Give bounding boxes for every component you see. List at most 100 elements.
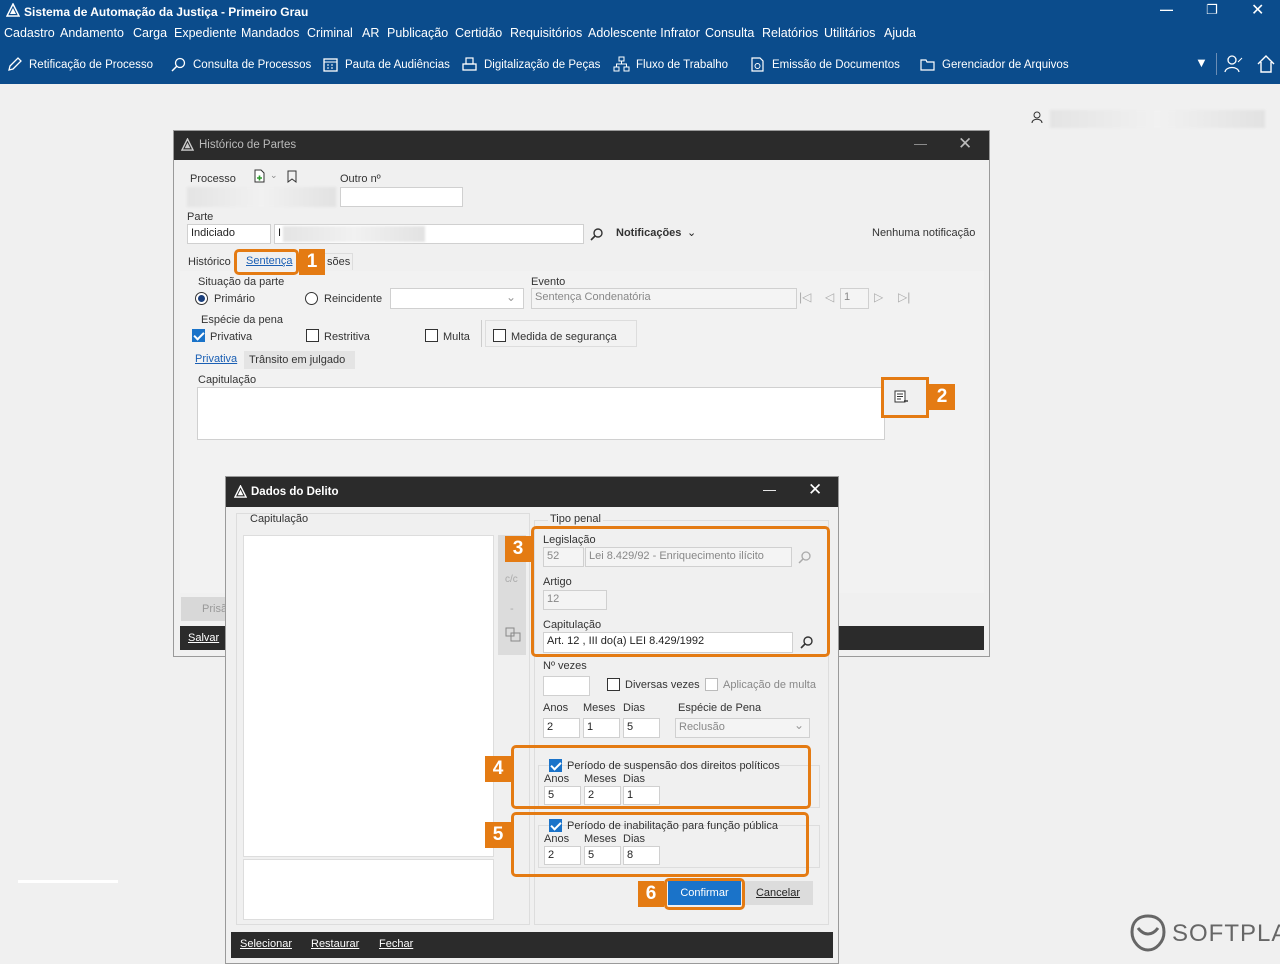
chevron-down-icon[interactable]: ⌄ [506, 290, 516, 304]
selecionar-button[interactable]: Selecionar [240, 938, 292, 950]
reincidente-radio[interactable] [305, 292, 318, 305]
home-icon[interactable] [1256, 54, 1276, 74]
fechar-button[interactable]: Fechar [379, 938, 413, 950]
last-icon[interactable]: ▷| [898, 290, 910, 304]
menu-adolescente[interactable]: Adolescente Infrator [588, 26, 700, 40]
first-icon[interactable]: |◁ [799, 290, 811, 304]
close-icon[interactable]: ✕ [1251, 0, 1264, 20]
new-doc-icon[interactable] [253, 169, 266, 183]
retificacao-button[interactable]: Retificação de Processo [6, 56, 153, 73]
reincidente-label: Reincidente [324, 293, 383, 305]
emissao-documentos-button[interactable]: Emissão de Documentos [749, 56, 900, 73]
copy-icon[interactable] [505, 627, 521, 642]
minimize-icon[interactable]: — [763, 482, 776, 497]
notificacoes-dropdown[interactable]: Notificações [616, 227, 681, 239]
reincidente-select[interactable] [390, 288, 524, 309]
minimize-icon[interactable]: — [1160, 2, 1173, 17]
close-icon[interactable]: ✕ [958, 134, 972, 154]
primario-label: Primário [214, 293, 255, 305]
chevron-down-icon[interactable]: ▼ [1195, 55, 1208, 70]
menu-ar[interactable]: AR [362, 26, 379, 40]
toolbar: Retificação de Processo Consulta de Proc… [0, 44, 1280, 84]
medida-checkbox[interactable] [493, 329, 506, 342]
evento-input[interactable]: Sentença Condenatória [531, 288, 797, 309]
processo-input[interactable] [187, 187, 336, 207]
parte-tipo-input[interactable]: Indiciado [187, 224, 271, 244]
pena-dias-input[interactable]: 5 [623, 718, 660, 738]
prisao-button[interactable]: Prisã [181, 597, 229, 621]
especie-label: Espécie da pena [201, 314, 283, 326]
chevron-down-icon[interactable]: ⌄ [687, 226, 696, 239]
list-add-icon[interactable] [893, 389, 909, 405]
menu-certidao[interactable]: Certidão [455, 26, 502, 40]
anos-label: Anos [543, 702, 569, 714]
outro-input[interactable] [340, 187, 463, 207]
cc-button[interactable]: c/c [505, 574, 518, 585]
bookmark-icon[interactable] [286, 170, 298, 183]
menu-expediente[interactable]: Expediente [174, 26, 237, 40]
restore-icon[interactable]: ❐ [1206, 2, 1218, 18]
pena-meses-input[interactable]: 1 [583, 718, 620, 738]
highlight-3 [531, 526, 830, 657]
capitulacao-textarea[interactable] [197, 387, 885, 440]
menu-mandados[interactable]: Mandados [241, 26, 299, 40]
especie-pena-select[interactable]: Reclusão [675, 718, 810, 738]
multa-checkbox[interactable] [425, 329, 438, 342]
menu-publicacao[interactable]: Publicação [387, 26, 448, 40]
pena-anos-input[interactable]: 2 [543, 718, 580, 738]
cancelar-button[interactable]: Cancelar [743, 881, 813, 905]
pauta-audiencias-button[interactable]: Pauta de Audiências [322, 56, 450, 73]
document-gear-icon [751, 57, 764, 72]
chevron-down-icon[interactable]: ⌄ [794, 718, 804, 732]
consulta-processos-button[interactable]: Consulta de Processos [170, 56, 311, 73]
menu-criminal[interactable]: Criminal [307, 26, 353, 40]
app-logo-icon [6, 3, 20, 17]
close-icon[interactable]: ✕ [808, 480, 822, 500]
aplicacao-multa-label: Aplicação de multa [723, 679, 816, 691]
minimize-icon[interactable]: — [914, 136, 927, 151]
menu-relatorios[interactable]: Relatórios [762, 26, 818, 40]
fluxo-trabalho-button[interactable]: Fluxo de Trabalho [613, 56, 728, 73]
subtab-privativa[interactable]: Privativa [195, 353, 237, 365]
app-logo-icon [181, 138, 194, 151]
dados-title: Dados do Delito [251, 486, 339, 498]
menu-utilitarios[interactable]: Utilitários [824, 26, 875, 40]
tab-historico[interactable]: Histórico [188, 256, 231, 268]
user-name-blurred [1050, 110, 1265, 128]
historico-title: Histórico de Partes [199, 139, 297, 151]
restritiva-checkbox[interactable] [306, 329, 319, 342]
gerenciador-arquivos-button[interactable]: Gerenciador de Arquivos [919, 56, 1069, 73]
capitulacao-list[interactable] [243, 535, 494, 857]
salvar-button[interactable]: Salvar [188, 632, 219, 644]
restaurar-button[interactable]: Restaurar [311, 938, 359, 950]
diversas-vezes-checkbox[interactable] [607, 678, 620, 691]
highlight-1 [234, 249, 299, 275]
privativa-checkbox[interactable] [192, 329, 205, 342]
restritiva-label: Restritiva [324, 331, 370, 343]
parte-label: Parte [187, 211, 214, 223]
digitalizacao-button[interactable]: Digitalização de Peças [461, 56, 600, 73]
search-doc-icon [171, 57, 186, 72]
separator [481, 320, 482, 347]
previous-icon[interactable]: ◁ [825, 290, 834, 304]
remove-button[interactable]: - [510, 603, 514, 615]
menu-cadastro[interactable]: Cadastro [4, 26, 55, 40]
menu-carga[interactable]: Carga [133, 26, 167, 40]
toolbar-separator [1216, 53, 1217, 75]
menu-ajuda[interactable]: Ajuda [884, 26, 916, 40]
next-icon[interactable]: ▷ [874, 290, 883, 304]
aplicacao-multa-checkbox[interactable] [705, 678, 718, 691]
meses-label: Meses [583, 702, 616, 714]
capitulacao-text[interactable] [243, 859, 494, 920]
chevron-down-icon[interactable]: ⌄ [270, 170, 278, 181]
users-icon[interactable] [1224, 54, 1244, 74]
evento-number-input[interactable]: 1 [840, 288, 869, 309]
menu-andamento[interactable]: Andamento [60, 26, 124, 40]
subtab-transito[interactable]: Trânsito em julgado [249, 354, 345, 366]
primario-radio[interactable] [195, 292, 208, 305]
menu-consulta[interactable]: Consulta [705, 26, 754, 40]
nvezes-input[interactable] [543, 676, 590, 696]
menu-requisitorios[interactable]: Requisitórios [510, 26, 582, 40]
notificacao-status: Nenhuma notificação [872, 227, 976, 239]
search-icon[interactable] [590, 227, 604, 241]
